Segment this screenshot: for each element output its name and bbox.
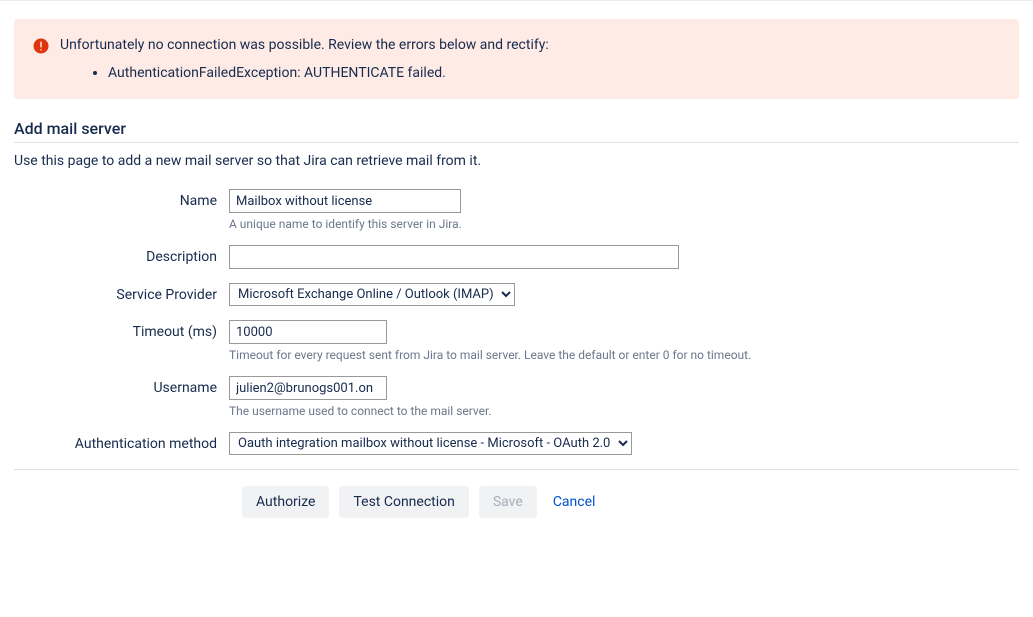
page-description: Use this page to add a new mail server s… <box>14 153 1019 169</box>
name-help: A unique name to identify this server in… <box>229 217 1019 231</box>
name-input[interactable] <box>229 189 461 213</box>
save-button: Save <box>479 486 537 518</box>
username-label: Username <box>14 376 229 396</box>
timeout-input[interactable] <box>229 320 387 344</box>
page-title: Add mail server <box>14 113 1019 143</box>
description-input[interactable] <box>229 245 679 269</box>
service-provider-select[interactable]: Microsoft Exchange Online / Outlook (IMA… <box>229 283 515 306</box>
top-border <box>0 0 1033 1</box>
service-provider-label: Service Provider <box>14 283 229 303</box>
timeout-label: Timeout (ms) <box>14 320 229 340</box>
error-icon <box>32 37 50 55</box>
name-label: Name <box>14 189 229 209</box>
error-list: AuthenticationFailedException: AUTHENTIC… <box>60 65 1001 81</box>
error-message-box: Unfortunately no connection was possible… <box>14 19 1019 99</box>
cancel-button[interactable]: Cancel <box>547 486 602 518</box>
error-item: AuthenticationFailedException: AUTHENTIC… <box>108 65 1001 81</box>
description-label: Description <box>14 245 229 265</box>
test-connection-button[interactable]: Test Connection <box>339 486 468 518</box>
auth-method-select[interactable]: Oauth integration mailbox without licens… <box>229 432 632 455</box>
username-input[interactable] <box>229 376 387 400</box>
buttons-bar: Authorize Test Connection Save Cancel <box>14 469 1019 518</box>
username-help: The username used to connect to the mail… <box>229 404 1019 418</box>
auth-method-label: Authentication method <box>14 432 229 452</box>
authorize-button[interactable]: Authorize <box>242 486 329 518</box>
timeout-help: Timeout for every request sent from Jira… <box>229 348 1019 362</box>
error-title: Unfortunately no connection was possible… <box>60 37 1001 53</box>
